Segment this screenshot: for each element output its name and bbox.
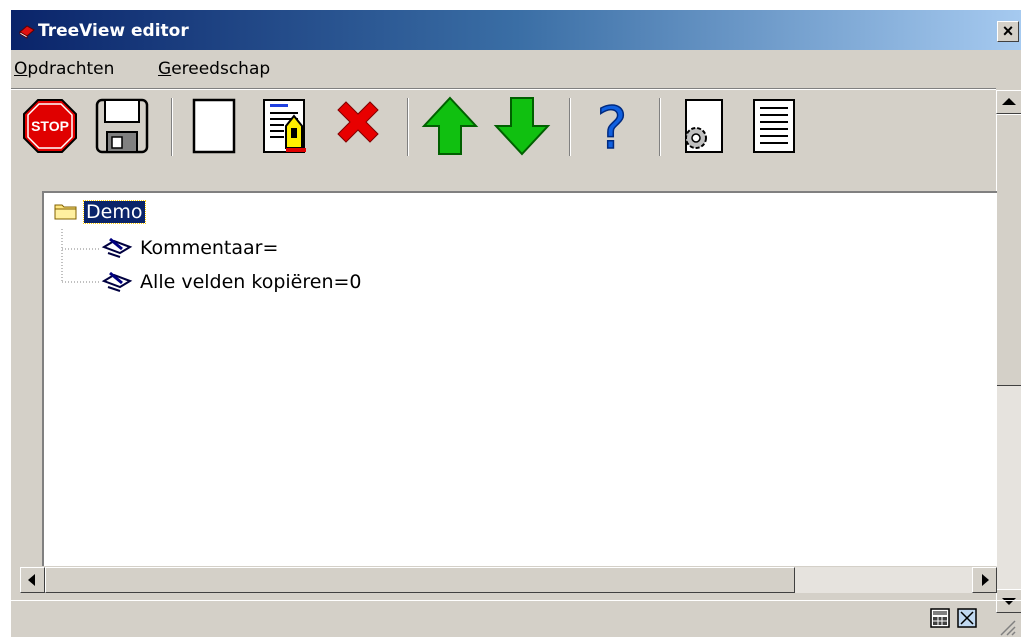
tree-child-label: Kommentaar= xyxy=(140,237,279,259)
stop-label: STOP xyxy=(31,118,69,134)
menu-gereedschap-accelerator: G xyxy=(158,59,172,79)
status-bar xyxy=(11,600,1021,637)
help-button[interactable]: ? xyxy=(582,93,642,163)
menu-opdrachten[interactable]: Opdrachten xyxy=(14,59,114,79)
edit-document-icon xyxy=(263,99,306,153)
green-up-arrow-icon xyxy=(421,96,479,155)
tree-child-label: Alle velden kopiëren=0 xyxy=(140,271,362,293)
property-icon xyxy=(101,237,133,258)
size-grip-icon[interactable] xyxy=(993,615,1017,637)
scroll-right-button[interactable] xyxy=(972,567,997,593)
list-document-icon xyxy=(753,99,795,153)
toolbar: STOP ? xyxy=(11,92,996,163)
scroll-left-button[interactable] xyxy=(20,567,45,593)
calculator-icon[interactable] xyxy=(929,607,951,629)
new-button[interactable] xyxy=(184,96,244,156)
stop-icon: STOP xyxy=(23,99,77,153)
tree-root-label: Demo xyxy=(83,200,146,224)
toolbar-separator xyxy=(407,98,409,156)
vertical-scroll-thumb[interactable] xyxy=(996,114,1021,386)
resize-window-icon[interactable] xyxy=(956,607,978,629)
scroll-up-button[interactable] xyxy=(996,90,1021,114)
vertical-scrollbar[interactable] xyxy=(996,90,1021,613)
toolbar-separator xyxy=(659,98,661,156)
stop-button[interactable]: STOP xyxy=(20,96,80,156)
list-button[interactable] xyxy=(744,96,804,156)
menu-gereedschap-label: ereedschap xyxy=(171,59,271,79)
toolbar-separator xyxy=(171,98,173,156)
scroll-right-arrow-icon xyxy=(982,574,989,586)
scroll-left-arrow-icon xyxy=(28,574,35,586)
gear-document-icon xyxy=(685,99,723,153)
title-bar[interactable]: TreeView editor × xyxy=(11,10,1021,50)
edit-button[interactable] xyxy=(256,96,316,156)
settings-button[interactable] xyxy=(672,96,732,156)
close-button[interactable]: × xyxy=(997,21,1019,42)
menu-opdrachten-accelerator: O xyxy=(14,59,28,79)
menu-gereedschap[interactable]: Gereedschap xyxy=(158,59,270,79)
property-icon xyxy=(101,271,133,292)
scroll-up-arrow-icon xyxy=(1002,98,1016,105)
toolbar-divider xyxy=(11,88,996,90)
menu-bar: Opdrachten Gereedschap xyxy=(11,54,1021,84)
red-x-icon xyxy=(337,101,379,143)
help-glyph: ? xyxy=(597,96,628,156)
tree-child-node[interactable]: Kommentaar= xyxy=(100,235,278,259)
treeview-editor-window: TreeView editor × Opdrachten Gereedschap… xyxy=(10,9,1021,637)
floppy-disk-icon xyxy=(95,98,149,154)
tree-child-node[interactable]: Alle velden kopiëren=0 xyxy=(100,269,362,293)
window-title: TreeView editor xyxy=(38,21,189,41)
folder-icon xyxy=(54,204,77,220)
delete-button[interactable] xyxy=(328,96,388,156)
menu-opdrachten-label: pdrachten xyxy=(27,59,115,79)
toolbar-separator xyxy=(569,98,571,156)
tree-view[interactable]: Demo Kommentaar= Alle velden kopiëren=0 xyxy=(42,191,997,566)
save-button[interactable] xyxy=(92,96,152,156)
move-down-button[interactable] xyxy=(492,96,552,156)
horizontal-scroll-thumb[interactable] xyxy=(45,567,795,593)
move-up-button[interactable] xyxy=(420,96,480,156)
app-book-icon xyxy=(19,25,35,39)
question-mark-icon: ? xyxy=(596,93,628,163)
green-down-arrow-icon xyxy=(493,97,551,156)
tree-root-node[interactable]: Demo xyxy=(54,200,146,224)
horizontal-scrollbar[interactable] xyxy=(20,567,997,593)
blank-page-icon xyxy=(192,98,236,154)
